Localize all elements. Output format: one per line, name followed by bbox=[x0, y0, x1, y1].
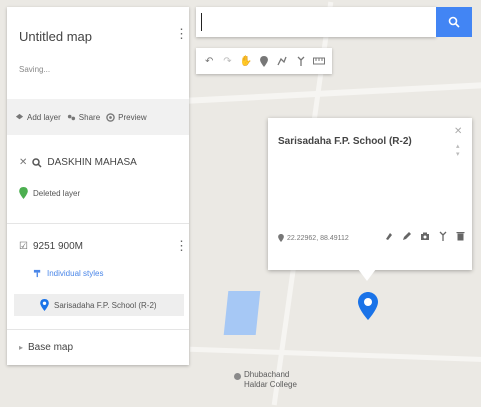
poi-label[interactable]: Dhubachand Haldar College bbox=[234, 370, 297, 390]
coordinates-text: 22.22962, 88.49112 bbox=[287, 234, 349, 242]
road bbox=[190, 346, 481, 363]
delete-icon[interactable] bbox=[456, 231, 465, 244]
base-map-label: Base map bbox=[28, 342, 74, 353]
selected-marker-icon[interactable] bbox=[358, 292, 378, 325]
layer-item[interactable]: Deleted layer bbox=[19, 187, 80, 199]
search-icon bbox=[448, 16, 460, 28]
popup-title: Sarisadaha F.P. School (R-2) bbox=[278, 136, 412, 147]
scrollbar[interactable]: ▴ ▾ bbox=[456, 142, 460, 158]
share-button[interactable]: Share bbox=[67, 113, 100, 122]
poi-line1: Dhubachand bbox=[244, 370, 290, 379]
base-map-section[interactable]: ▸ Base map bbox=[7, 332, 189, 365]
save-status: Saving... bbox=[19, 65, 51, 74]
search-input[interactable] bbox=[204, 7, 428, 39]
layer-section: ✕ DASKHIN MAHASA Deleted layer bbox=[7, 145, 189, 224]
share-icon bbox=[67, 114, 75, 120]
search-box[interactable] bbox=[196, 7, 436, 39]
popup-pointer bbox=[358, 269, 376, 281]
layers-panel: Untitled map ⋮ Saving... Add layer Share… bbox=[7, 7, 189, 365]
layer-header[interactable]: ☑ 9251 900M bbox=[19, 241, 83, 252]
share-label: Share bbox=[78, 112, 101, 122]
map-toolbar: ↶ ↷ ✋ bbox=[196, 48, 332, 74]
layer-options-icon[interactable]: ⋮ bbox=[175, 239, 188, 252]
redo-icon[interactable]: ↷ bbox=[220, 54, 234, 68]
preview-button[interactable]: Preview bbox=[106, 112, 147, 122]
paint-icon[interactable] bbox=[384, 231, 394, 244]
paint-roller-icon bbox=[33, 269, 41, 278]
map-options-icon[interactable]: ⋮ bbox=[175, 27, 188, 40]
chevron-right-icon[interactable]: ▸ bbox=[19, 343, 23, 352]
road bbox=[180, 81, 481, 105]
poi-line2: Haldar College bbox=[244, 380, 297, 389]
feature-item: Sarisadaha F.P. School (R-2) bbox=[40, 299, 157, 311]
layer-header[interactable]: ✕ DASKHIN MAHASA bbox=[19, 157, 137, 168]
layer-name: 9251 900M bbox=[32, 241, 84, 252]
marker-icon[interactable] bbox=[257, 54, 271, 68]
ruler-icon[interactable] bbox=[312, 54, 326, 68]
style-link-label: Individual styles bbox=[47, 269, 104, 278]
blue-pin-icon bbox=[40, 299, 49, 311]
layer-name: DASKHIN MAHASA bbox=[47, 157, 137, 168]
camera-icon[interactable] bbox=[420, 231, 430, 244]
location-icon bbox=[278, 234, 284, 242]
map-actions-bar: Add layer Share Preview bbox=[7, 99, 189, 135]
map-title[interactable]: Untitled map bbox=[19, 29, 92, 44]
style-link[interactable]: Individual styles bbox=[33, 269, 103, 278]
add-layer-icon bbox=[15, 113, 24, 119]
green-pin-icon bbox=[19, 187, 28, 199]
edit-icon[interactable] bbox=[402, 231, 412, 244]
close-icon[interactable]: ✕ bbox=[19, 157, 27, 168]
base-map-row: ▸ Base map bbox=[19, 342, 73, 353]
popup-actions bbox=[384, 231, 465, 244]
search-button[interactable] bbox=[436, 7, 472, 37]
preview-icon bbox=[106, 112, 115, 122]
hand-icon[interactable]: ✋ bbox=[239, 54, 253, 68]
text-cursor bbox=[201, 13, 202, 31]
water-body bbox=[223, 291, 261, 335]
close-icon[interactable]: ✕ bbox=[454, 126, 462, 137]
search-icon bbox=[32, 157, 42, 168]
layer-item-label: Deleted layer bbox=[33, 188, 81, 198]
draw-line-icon[interactable] bbox=[275, 54, 289, 68]
feature-info-popup: Sarisadaha F.P. School (R-2) ✕ ▴ ▾ 22.229… bbox=[268, 118, 472, 270]
undo-icon[interactable]: ↶ bbox=[202, 54, 216, 68]
selected-feature-row[interactable]: Sarisadaha F.P. School (R-2) bbox=[14, 294, 184, 316]
add-layer-label: Add layer bbox=[27, 112, 61, 122]
directions-icon[interactable] bbox=[294, 54, 308, 68]
preview-label: Preview bbox=[118, 112, 147, 122]
add-layer-button[interactable]: Add layer bbox=[15, 113, 61, 122]
coordinates: 22.22962, 88.49112 bbox=[278, 234, 349, 242]
checkbox-icon[interactable]: ☑ bbox=[19, 241, 28, 252]
feature-label: Sarisadaha F.P. School (R-2) bbox=[54, 300, 157, 310]
directions-icon[interactable] bbox=[438, 231, 448, 244]
poi-icon bbox=[234, 373, 241, 380]
